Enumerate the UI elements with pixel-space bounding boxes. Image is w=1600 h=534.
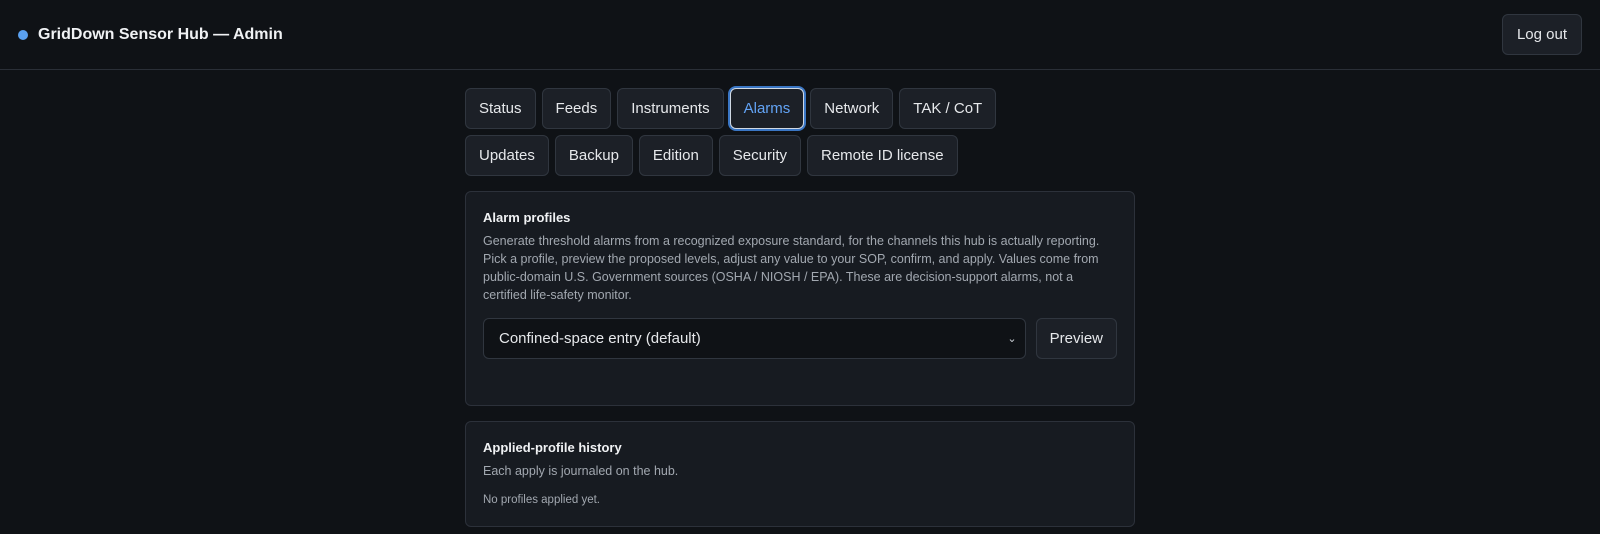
tab-remote-id-license[interactable]: Remote ID license	[806, 135, 958, 176]
logout-button[interactable]: Log out	[1501, 14, 1582, 55]
main-content: Status Feeds Instruments Alarms Network …	[465, 88, 1135, 527]
status-dot-icon	[18, 29, 28, 40]
profile-controls: Confined-space entry (default) ⌄ Preview	[483, 318, 1117, 359]
history-description: Each apply is journaled on the hub.	[483, 464, 679, 478]
tab-backup[interactable]: Backup	[554, 135, 633, 176]
alarm-profiles-description: Generate threshold alarms from a recogni…	[483, 234, 1100, 302]
history-title: Applied-profile history	[483, 440, 622, 455]
history-card: Applied-profile history Each apply is jo…	[465, 421, 1135, 527]
tab-status[interactable]: Status	[465, 88, 536, 129]
tab-updates[interactable]: Updates	[465, 135, 549, 176]
preview-button[interactable]: Preview	[1035, 318, 1117, 359]
app-title: GridDown Sensor Hub — Admin	[38, 25, 283, 43]
top-bar: GridDown Sensor Hub — Admin Log out	[0, 0, 1600, 70]
tab-security[interactable]: Security	[718, 135, 801, 176]
alarm-profiles-title: Alarm profiles	[483, 210, 571, 225]
tab-alarms[interactable]: Alarms	[729, 88, 805, 129]
tab-feeds[interactable]: Feeds	[541, 88, 612, 129]
profile-select-value: Confined-space entry (default)	[499, 330, 701, 347]
history-empty-text: No profiles applied yet.	[483, 494, 600, 506]
chevron-down-icon: ⌄	[1007, 333, 1017, 345]
tab-instruments[interactable]: Instruments	[617, 88, 724, 129]
profile-select[interactable]: Confined-space entry (default) ⌄	[483, 318, 1026, 359]
tab-tak-cot[interactable]: TAK / CoT	[899, 88, 997, 129]
alarm-profiles-card: Alarm profiles Generate threshold alarms…	[465, 191, 1135, 406]
tab-bar: Status Feeds Instruments Alarms Network …	[465, 88, 1085, 176]
tab-edition[interactable]: Edition	[638, 135, 713, 176]
tab-network[interactable]: Network	[810, 88, 894, 129]
